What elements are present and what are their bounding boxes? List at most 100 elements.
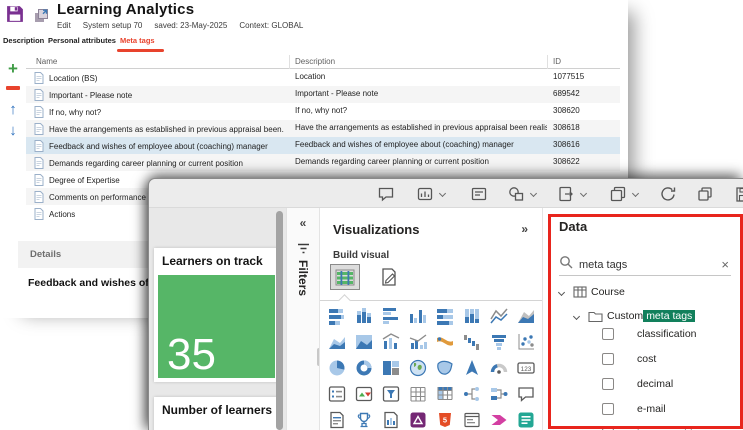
stacked-column-chart-icon[interactable] [350,306,377,326]
treemap-icon[interactable] [377,358,404,378]
save-icon[interactable] [734,185,743,203]
table-row[interactable]: Have the arrangements as established in … [26,120,620,137]
paginated-report-icon[interactable] [377,410,404,430]
table-row[interactable]: Important - Please noteImportant - Pleas… [26,86,620,103]
stacked-area-chart-icon[interactable] [323,332,350,352]
power-automate-icon[interactable] [485,410,512,430]
goals-icon[interactable] [350,410,377,430]
slicer-icon[interactable] [377,384,404,404]
text-box-icon[interactable] [470,185,488,203]
scatter-chart-icon[interactable] [512,332,539,352]
chevron-down-icon[interactable] [530,190,537,197]
chevron-down-icon[interactable] [632,190,639,197]
key-influencers-icon[interactable] [485,384,512,404]
html-viewer-icon[interactable]: 5 [431,410,458,430]
matrix-icon[interactable] [431,384,458,404]
column-id: ID [553,57,561,66]
power-apps-icon[interactable] [404,410,431,430]
clustered-bar-chart-icon[interactable] [377,306,404,326]
table-row[interactable]: If no, why not?If no, why not?308620 [26,103,620,120]
tab-personal-attributes[interactable]: Personal attributes [48,36,116,45]
field-checkbox[interactable] [602,328,614,340]
line-and-stacked-column-chart-icon[interactable] [377,332,404,352]
field-label[interactable]: e-mail [637,403,666,415]
hundred-stacked-area-chart-icon[interactable] [350,332,377,352]
waterfall-chart-icon[interactable] [458,332,485,352]
multi-row-card-icon[interactable] [323,384,350,404]
tree-item-course[interactable]: Course [543,284,743,300]
script-visual-icon[interactable] [458,410,485,430]
chart-title: Number of learners [154,397,279,421]
field-row[interactable]: cost [543,349,743,374]
format-visual-tab[interactable] [376,264,402,290]
remove-row-button[interactable] [6,86,20,90]
edit-menu[interactable]: Edit [57,21,71,30]
new-page-icon[interactable] [557,185,575,203]
filters-pane-label[interactable]: Filters [296,260,310,296]
qa-icon[interactable] [512,384,539,404]
field-label[interactable]: classification [637,328,697,340]
map-icon[interactable] [404,358,431,378]
scrollbar-thumb[interactable] [276,211,283,430]
kpi-icon[interactable] [350,384,377,404]
refresh-icon[interactable] [659,185,677,203]
data-search-input[interactable] [579,259,699,271]
move-down-button[interactable]: ↓ [2,123,24,138]
funnel-chart-icon[interactable] [485,332,512,352]
row-description: Location [295,72,547,81]
field-row[interactable]: e-mail [543,399,743,424]
chevron-down-icon[interactable] [558,288,565,295]
decomposition-tree-icon[interactable] [458,384,485,404]
chevron-down-icon[interactable] [439,190,446,197]
personalize-icon[interactable] [416,185,434,203]
table-row[interactable]: Location (BS)Location1077515 [26,69,620,86]
field-checkbox[interactable] [602,403,614,415]
hundred-stacked-bar-chart-icon[interactable] [431,306,458,326]
save-as-icon[interactable] [33,7,51,30]
field-label[interactable]: decimal [637,378,673,390]
duplicate-page-icon[interactable] [609,185,627,203]
field-row[interactable]: internet address [543,424,743,430]
field-label[interactable]: cost [637,353,656,365]
line-and-clustered-column-chart-icon[interactable] [404,332,431,352]
move-up-button[interactable]: ↑ [2,102,24,117]
smart-narrative-icon[interactable] [323,410,350,430]
chart-visual-number-of-learners[interactable]: Number of learners 60 [154,397,279,430]
area-chart-icon[interactable] [512,306,539,326]
tree-item-custom-meta-tags[interactable]: Custom meta tags [543,308,743,324]
expand-filters-button[interactable]: « [287,216,319,230]
add-row-button[interactable]: + [2,60,24,77]
tab-description[interactable]: Description [3,36,44,45]
stacked-bar-chart-icon[interactable] [323,306,350,326]
clear-search-icon[interactable]: × [721,257,731,272]
azure-map-icon[interactable] [458,358,485,378]
gauge-icon[interactable] [485,358,512,378]
build-visual-tab[interactable] [330,264,360,290]
tab-meta-tags[interactable]: Meta tags [120,36,155,45]
field-row[interactable]: decimal [543,374,743,399]
shapes-icon[interactable] [507,185,525,203]
field-row[interactable]: classification [543,324,743,349]
field-checkbox[interactable] [602,353,614,365]
filled-map-icon[interactable] [431,358,458,378]
custom-visual-icon[interactable] [512,410,539,430]
hundred-stacked-column-chart-icon[interactable] [458,306,485,326]
donut-chart-icon[interactable] [350,358,377,378]
card-visual-learners-on-track[interactable]: Learners on track 35 [154,248,279,382]
chevron-down-icon[interactable] [580,190,587,197]
clustered-column-chart-icon[interactable] [404,306,431,326]
line-chart-icon[interactable] [485,306,512,326]
canvas-scrollbar[interactable] [276,211,283,430]
card-icon[interactable]: 123 [512,358,539,378]
copy-icon[interactable] [696,185,714,203]
ribbon-chart-icon[interactable] [431,332,458,352]
table-icon[interactable] [404,384,431,404]
field-checkbox[interactable] [602,378,614,390]
table-row[interactable]: Feedback and wishes of employee about (c… [26,137,620,154]
comment-icon[interactable] [377,185,395,203]
table-row[interactable]: Demands regarding career planning or cur… [26,154,620,171]
pie-chart-icon[interactable] [323,358,350,378]
expand-pane-button[interactable]: » [521,222,528,236]
chevron-down-icon[interactable] [573,312,580,319]
save-icon[interactable] [5,4,25,30]
